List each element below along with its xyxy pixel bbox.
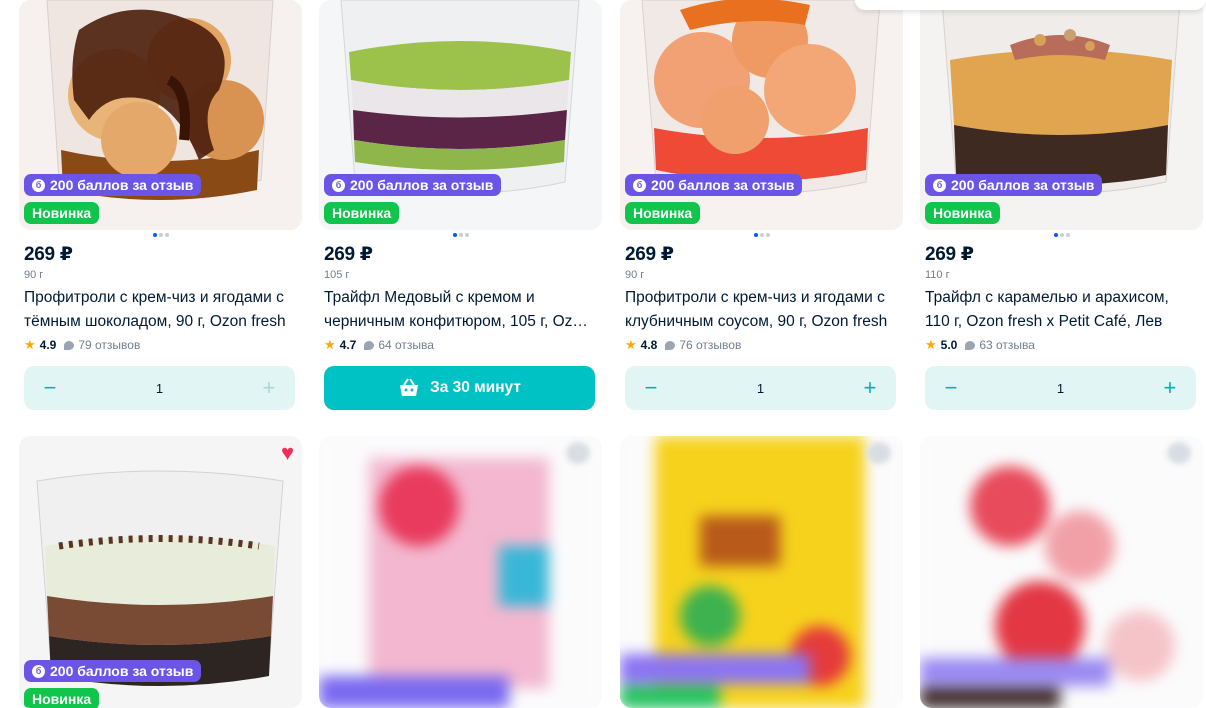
product-price: 269 ₽ [925, 244, 974, 265]
product-rating[interactable]: ★ 5.0 63 отзыва [925, 337, 1035, 353]
points-icon: б [32, 178, 45, 192]
product-weight: 90 г [24, 269, 44, 281]
product-card[interactable]: б 200 баллов за отзыв Новинка 269 ₽ 90 г … [620, 0, 903, 410]
blurred-product-photo [319, 436, 602, 708]
product-card[interactable]: б 200 баллов за отзыв Новинка 269 ₽ 90 г … [19, 0, 302, 410]
increase-button[interactable]: + [1160, 377, 1180, 399]
quantity-value: 1 [1056, 380, 1065, 396]
quantity-stepper: − 1 + [625, 366, 896, 410]
review-points-badge: б 200 баллов за отзыв [925, 174, 1103, 196]
image-carousel-dots[interactable] [452, 233, 469, 237]
blurred-product-photo [620, 436, 903, 708]
product-card-blurred[interactable] [319, 436, 602, 708]
image-carousel-dots[interactable] [753, 233, 770, 237]
product-card-blurred[interactable] [620, 436, 903, 708]
product-weight: 110 г [925, 269, 950, 281]
reviews-count: 79 отзывов [78, 338, 141, 352]
badge-group: б 200 баллов за отзыв Новинка [24, 174, 202, 224]
badge-group: б 200 баллов за отзыв Новинка [925, 174, 1103, 224]
star-icon: ★ [24, 337, 36, 352]
product-image[interactable]: б 200 баллов за отзыв Новинка [620, 0, 903, 230]
product-rating[interactable]: ★ 4.9 79 отзывов [24, 337, 140, 353]
product-title[interactable]: Трайфл с карамелью и арахисом, 110 г, Oz… [925, 286, 1197, 334]
product-price: 269 ₽ [625, 244, 674, 265]
product-card-blurred[interactable] [920, 436, 1203, 708]
reviews-icon [965, 340, 976, 350]
points-icon: б [633, 178, 646, 192]
product-price: 269 ₽ [324, 244, 373, 265]
points-icon: б [933, 178, 946, 192]
decrease-button[interactable]: − [641, 377, 661, 399]
reviews-count: 64 отзыва [378, 338, 434, 352]
new-badge: Новинка [625, 202, 701, 224]
product-image[interactable] [620, 436, 903, 708]
reviews-count: 76 отзывов [679, 338, 742, 352]
rating-value: 4.9 [39, 338, 57, 352]
quantity-stepper: − 1 + [24, 366, 295, 410]
product-image[interactable] [920, 436, 1203, 708]
decrease-button[interactable]: − [941, 377, 961, 399]
image-carousel-dots[interactable] [152, 233, 169, 237]
product-title[interactable]: Трайфл Медовый с кремом и черничным конф… [324, 286, 596, 334]
image-carousel-dots[interactable] [1053, 233, 1070, 237]
product-weight: 90 г [625, 269, 645, 281]
quantity-value: 1 [155, 380, 164, 396]
product-card[interactable]: ♥ б 200 баллов за отзыв Новинка [19, 436, 302, 708]
product-image[interactable]: б 200 баллов за отзыв Новинка [319, 0, 602, 230]
rating-value: 5.0 [940, 338, 958, 352]
dropdown-panel-edge [855, 0, 1205, 10]
new-badge: Новинка [324, 202, 400, 224]
product-rating[interactable]: ★ 4.8 76 отзывов [625, 337, 741, 353]
basket-icon [400, 378, 419, 396]
increase-button[interactable]: + [860, 377, 880, 399]
product-card[interactable]: б 200 баллов за отзыв Новинка 269 ₽ 105 г… [319, 0, 602, 410]
quantity-value: 1 [756, 380, 765, 396]
increase-button[interactable]: + [259, 377, 279, 399]
product-image[interactable]: б 200 баллов за отзыв Новинка [920, 0, 1203, 230]
express-delivery-button[interactable]: За 30 минут [324, 366, 595, 410]
reviews-icon [364, 340, 375, 350]
product-title[interactable]: Профитроли с крем-чиз и ягодами с клубни… [625, 286, 897, 334]
favorite-heart-icon[interactable]: ♥ [281, 442, 294, 464]
product-image[interactable] [319, 436, 602, 708]
new-badge: Новинка [925, 202, 1001, 224]
new-badge: Новинка [24, 688, 100, 708]
blurred-product-photo [920, 436, 1203, 708]
review-points-badge: б 200 баллов за отзыв [24, 660, 202, 682]
reviews-icon [64, 340, 75, 350]
rating-value: 4.7 [339, 338, 357, 352]
product-card[interactable]: б 200 баллов за отзыв Новинка 269 ₽ 110 г… [920, 0, 1203, 410]
quantity-stepper: − 1 + [925, 366, 1196, 410]
new-badge: Новинка [24, 202, 100, 224]
points-icon: б [32, 664, 45, 678]
star-icon: ★ [625, 337, 637, 352]
badge-group: б 200 баллов за отзыв Новинка [24, 660, 202, 708]
product-image[interactable]: ♥ б 200 баллов за отзыв Новинка [19, 436, 302, 708]
badge-group: б 200 баллов за отзыв Новинка [625, 174, 803, 224]
star-icon: ★ [925, 337, 937, 352]
review-points-badge: б 200 баллов за отзыв [324, 174, 502, 196]
reviews-count: 63 отзыва [979, 338, 1035, 352]
product-weight: 105 г [324, 269, 350, 281]
product-rating[interactable]: ★ 4.7 64 отзыва [324, 337, 434, 353]
rating-value: 4.8 [640, 338, 658, 352]
favorite-heart-icon[interactable] [1167, 442, 1191, 464]
decrease-button[interactable]: − [40, 377, 60, 399]
express-delivery-label: За 30 минут [430, 379, 521, 396]
reviews-icon [665, 340, 676, 350]
review-points-badge: б 200 баллов за отзыв [625, 174, 803, 196]
star-icon: ★ [324, 337, 336, 352]
points-icon: б [332, 178, 345, 192]
product-image[interactable]: б 200 баллов за отзыв Новинка [19, 0, 302, 230]
product-title[interactable]: Профитроли с крем-чиз и ягодами с тёмным… [24, 286, 296, 334]
product-price: 269 ₽ [24, 244, 73, 265]
badge-group: б 200 баллов за отзыв Новинка [324, 174, 502, 224]
review-points-badge: б 200 баллов за отзыв [24, 174, 202, 196]
favorite-heart-icon[interactable] [867, 442, 891, 464]
favorite-heart-icon[interactable] [566, 442, 590, 464]
